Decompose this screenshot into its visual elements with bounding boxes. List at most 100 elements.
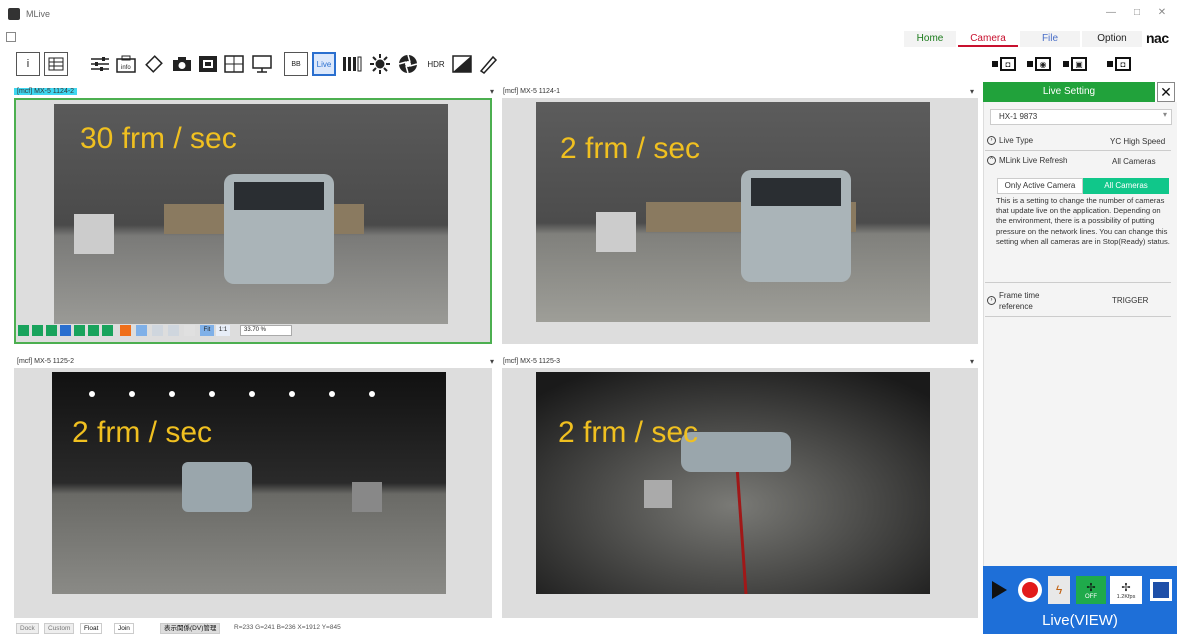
pin-icon[interactable]: ▾ <box>490 356 494 368</box>
svg-text:info: info <box>121 65 131 71</box>
video-feed-3[interactable] <box>52 372 446 594</box>
tab-file[interactable]: File <box>1020 31 1080 47</box>
pencil-icon[interactable] <box>476 52 500 76</box>
live-refresh-row[interactable]: ^ MLink Live Refresh <box>987 156 1068 166</box>
live-refresh-label: MLink Live Refresh <box>999 156 1068 165</box>
close-panel-button[interactable]: ✕ <box>1157 82 1175 102</box>
frame-time-label: Frame time reference <box>999 291 1040 311</box>
minimize-button[interactable]: — <box>1102 6 1120 20</box>
reverse-play-button[interactable] <box>46 325 57 336</box>
camera-mode-4-icon[interactable]: ◘ <box>1104 54 1134 74</box>
join-button[interactable]: Join <box>114 623 134 634</box>
bb-icon[interactable]: BB <box>284 52 308 76</box>
snapshot-icon[interactable] <box>196 52 220 76</box>
zoom-select[interactable]: 33.70 % <box>240 325 292 336</box>
marker-button[interactable] <box>120 325 131 336</box>
panel-label-4: [mcf] MX-5 1125-3 <box>503 358 561 365</box>
camera-mode-3-icon[interactable]: ▣ <box>1060 54 1090 74</box>
settings-sliders-icon[interactable] <box>88 52 112 76</box>
first-frame-button[interactable] <box>18 325 29 336</box>
camera-icon[interactable] <box>170 52 194 76</box>
last-frame-button[interactable] <box>102 325 113 336</box>
divider <box>985 282 1171 283</box>
dock-button[interactable]: Dock <box>16 623 39 634</box>
live-type-row[interactable]: › Live Type <box>987 136 1034 146</box>
maximize-button[interactable]: □ <box>1128 6 1146 20</box>
pin-icon[interactable]: ▾ <box>970 356 974 368</box>
range-out-button[interactable] <box>152 325 163 336</box>
panel-toggle-checkbox[interactable] <box>6 32 16 42</box>
video-panel-1[interactable]: 30 frm / sec Fit 1:1 33.70 % <box>14 98 492 344</box>
custom-button[interactable]: Custom <box>44 623 75 634</box>
stop-button[interactable] <box>1148 576 1174 604</box>
zoom-in-button[interactable] <box>168 325 179 336</box>
stop-playback-button[interactable] <box>60 325 71 336</box>
pixel-info-readout: R=233 G=241 B=236 X=1912 Y=845 <box>234 624 341 631</box>
all-cameras-button[interactable]: All Cameras <box>1083 178 1169 194</box>
live-label: Live <box>316 59 332 69</box>
film-strip-icon[interactable] <box>340 52 364 76</box>
aperture-icon[interactable] <box>396 52 420 76</box>
video-feed-4[interactable] <box>536 372 930 594</box>
pin-off-button[interactable]: ✢ OFF <box>1076 576 1106 604</box>
live-setting-panel <box>983 102 1177 566</box>
step-back-button[interactable] <box>32 325 43 336</box>
close-window-button[interactable]: ✕ <box>1153 6 1171 20</box>
panel-label-2: [mcf] MX-5 1124-1 <box>503 88 561 95</box>
panel-header-1[interactable]: [mcf] MX-5 1124-2 ▾ <box>14 86 498 98</box>
fps-overlay-1: 30 frm / sec <box>80 122 237 155</box>
live-refresh-value: All Cameras <box>1112 157 1156 166</box>
hdr-button[interactable]: HDR <box>424 52 448 76</box>
camera-select[interactable]: HX-1 9873 <box>990 109 1172 125</box>
tab-camera[interactable]: Camera <box>958 31 1018 47</box>
video-panel-4[interactable]: 2 frm / sec <box>502 368 978 618</box>
panel-header-3[interactable]: [mcf] MX-5 1125-2 ▾ <box>14 356 498 368</box>
expand-icon: › <box>987 136 996 146</box>
trigger-icon[interactable]: ϟ <box>1048 576 1070 604</box>
only-active-camera-button[interactable]: Only Active Camera <box>997 178 1083 194</box>
panel-header-2[interactable]: [mcf] MX-5 1124-1 ▾ <box>500 86 978 98</box>
panel-label-1: [mcf] MX-5 1124-2 <box>14 88 78 95</box>
tab-option[interactable]: Option <box>1082 31 1142 47</box>
live-button[interactable]: Live <box>312 52 336 76</box>
float-button[interactable]: Float <box>80 623 103 634</box>
info-icon[interactable]: i <box>16 52 40 76</box>
display-mode-button[interactable]: 表示関係(DV)管理 <box>160 623 221 634</box>
tab-home[interactable]: Home <box>904 31 956 47</box>
pin-icon[interactable]: ▾ <box>490 86 494 98</box>
panel-header-4[interactable]: [mcf] MX-5 1125-3 ▾ <box>500 356 978 368</box>
step-forward-button[interactable] <box>88 325 99 336</box>
zoom-out-button[interactable] <box>184 325 195 336</box>
camera-mode-2-icon[interactable]: ◉ <box>1024 54 1054 74</box>
one-to-one-button[interactable]: 1:1 <box>216 325 230 336</box>
monitor-icon[interactable] <box>250 52 274 76</box>
live-type-label: Live Type <box>999 136 1034 145</box>
pin-icon: ✢ <box>1086 581 1096 594</box>
window-title: MLive <box>26 9 51 19</box>
camera-info-icon[interactable]: info <box>114 52 138 76</box>
video-panel-2[interactable]: 2 frm / sec <box>502 98 978 344</box>
chevron-down-icon[interactable]: ▾ <box>1163 110 1167 119</box>
fps-overlay-2: 2 frm / sec <box>560 132 701 165</box>
fit-button[interactable]: Fit <box>200 325 214 336</box>
multi-view-icon[interactable] <box>222 52 246 76</box>
frame-time-row[interactable]: › Frame time reference <box>987 290 1067 312</box>
app-icon <box>8 8 20 20</box>
eraser-icon[interactable] <box>142 52 166 76</box>
collapse-icon: ^ <box>987 156 996 166</box>
play-button[interactable] <box>74 325 85 336</box>
fps-trigger-button[interactable]: ✢ 1.2Kfps <box>1110 576 1142 604</box>
pin-icon: ✢ <box>1121 581 1131 594</box>
range-in-button[interactable] <box>136 325 147 336</box>
trigger-fps-label: 1.2Kfps <box>1116 593 1136 600</box>
video-panel-3[interactable]: 2 frm / sec <box>14 368 492 618</box>
pin-icon[interactable]: ▾ <box>970 86 974 98</box>
contrast-icon[interactable] <box>450 52 474 76</box>
record-button[interactable] <box>1016 576 1044 604</box>
title-bar <box>0 0 1177 28</box>
brightness-icon[interactable] <box>368 52 392 76</box>
camera-mode-1-icon[interactable]: ◘ <box>990 54 1018 74</box>
grid-layout-icon[interactable] <box>44 52 68 76</box>
live-setting-header: Live Setting <box>983 82 1155 102</box>
live-play-button[interactable] <box>988 576 1010 604</box>
